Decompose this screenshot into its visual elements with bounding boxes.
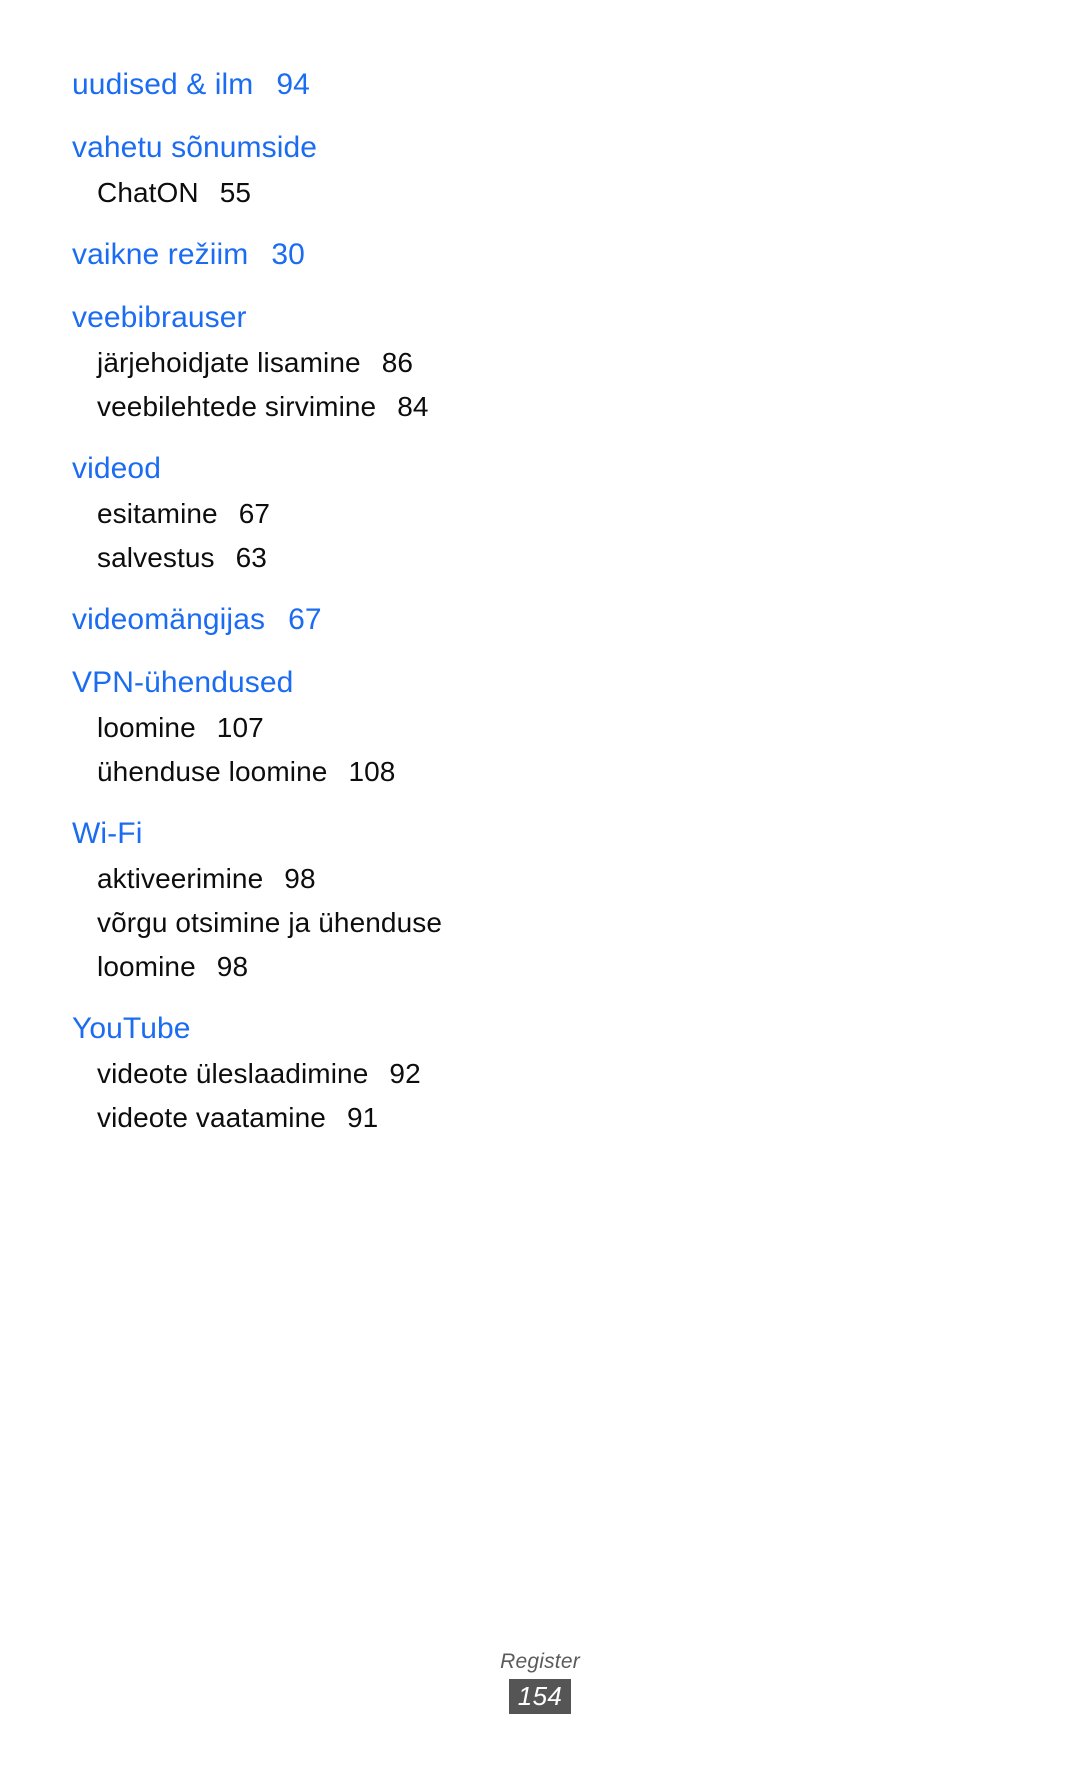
index-subentry[interactable]: veebilehtede sirvimine 84 — [72, 385, 527, 429]
footer-section-label: Register — [500, 1650, 580, 1673]
index-subentry-page-number: 84 — [397, 391, 429, 422]
index-subentry-label: võrgu otsimine ja ühenduse loomine — [97, 907, 443, 982]
index-group-heading-label: YouTube — [72, 1012, 191, 1045]
index-subentry-page-number: 108 — [348, 756, 396, 787]
index-group: YouTube videote üleslaadimine 92 videote va… — [72, 1006, 1008, 1140]
index-subentry-label: salvestus — [97, 542, 215, 573]
index-group-heading-label: VPN-ühendused — [72, 666, 294, 699]
index-subentry-page-number: 67 — [238, 498, 271, 529]
index-group-heading[interactable]: vahetu sõnumside — [72, 125, 1008, 171]
index-subentry-label: loomine — [97, 712, 196, 743]
page-footer: Register 154 — [0, 1621, 1080, 1771]
index-subentry-page-number: 91 — [346, 1102, 379, 1133]
index-group-heading[interactable]: YouTube — [72, 1006, 1008, 1052]
index-subentry-label: veebilehtede sirvimine — [97, 391, 377, 422]
index-subentry[interactable]: ühenduse loomine 108 — [72, 750, 527, 794]
index-subentry-list: ChatON 55 — [72, 171, 1008, 215]
index-subentry[interactable]: videote vaatamine 91 — [72, 1096, 527, 1140]
index-subentry[interactable]: aktiveerimine 98 — [72, 857, 527, 901]
index-subentry-label: ühenduse loomine — [97, 756, 328, 787]
index-group-heading-label: vahetu sõnumside — [72, 131, 318, 164]
page-number-badge: 154 — [508, 1679, 572, 1714]
index-group-heading[interactable]: videomängijas 67 — [72, 597, 1008, 643]
index-subentry[interactable]: videote üleslaadimine 92 — [72, 1052, 527, 1096]
index-group: vaikne režiim 30 — [72, 232, 1008, 278]
index-subentry[interactable]: ChatON 55 — [72, 171, 527, 215]
index-group-heading[interactable]: VPN-ühendused — [72, 660, 1008, 706]
index-subentry-list: esitamine 67 salvestus 63 — [72, 492, 1008, 580]
index-group: vahetu sõnumside ChatON 55 — [72, 125, 1008, 215]
index-group: videod esitamine 67 salvestus 63 — [72, 446, 1008, 580]
index-subentry-page-number: 107 — [216, 712, 264, 743]
index-group: VPN-ühendused loomine 107 ühenduse loomine 1… — [72, 660, 1008, 794]
index-group-heading-label: videomängijas — [72, 603, 266, 636]
index-subentry-list: loomine 107 ühenduse loomine 108 — [72, 706, 1008, 794]
index-subentry-label: aktiveerimine — [97, 863, 264, 894]
index-entry-list: uudised & ilm 94 vahetu sõnumside ChatON 55 v… — [72, 62, 1008, 1140]
index-group: uudised & ilm 94 — [72, 62, 1008, 108]
index-group-page-number: 94 — [276, 68, 310, 101]
index-subentry-page-number: 86 — [381, 347, 414, 378]
index-subentry-page-number: 98 — [284, 863, 316, 894]
index-page: uudised & ilm 94 vahetu sõnumside ChatON 55 v… — [0, 0, 1080, 1771]
index-group-page-number: 67 — [288, 603, 322, 636]
index-subentry-list: videote üleslaadimine 92 videote vaatamine… — [72, 1052, 1008, 1140]
index-subentry-label: videote vaatamine — [97, 1102, 326, 1133]
index-subentry[interactable]: võrgu otsimine ja ühenduse loomine 98 — [72, 901, 527, 989]
index-subentry-page-number: 92 — [389, 1058, 421, 1089]
index-group-heading[interactable]: videod — [72, 446, 1008, 492]
index-group-heading[interactable]: vaikne režiim 30 — [72, 232, 1008, 278]
index-subentry-label: järjehoidjate lisamine — [97, 347, 361, 378]
index-subentry-list: järjehoidjate lisamine 86 veebilehtede sir… — [72, 341, 1008, 429]
index-group: veebibrauser järjehoidjate lisamine 86 veeb… — [72, 295, 1008, 429]
index-subentry[interactable]: esitamine 67 — [72, 492, 527, 536]
index-group-heading[interactable]: Wi-Fi — [72, 811, 1008, 857]
index-subentry[interactable]: järjehoidjate lisamine 86 — [72, 341, 527, 385]
index-subentry[interactable]: loomine 107 — [72, 706, 527, 750]
index-group: videomängijas 67 — [72, 597, 1008, 643]
index-group-heading-label: Wi-Fi — [72, 817, 143, 850]
index-group-heading[interactable]: uudised & ilm 94 — [72, 62, 1008, 108]
index-subentry-list: aktiveerimine 98 võrgu otsimine ja ühendus… — [72, 857, 1008, 989]
index-subentry-label: esitamine — [97, 498, 218, 529]
index-group-heading-label: veebibrauser — [72, 301, 247, 334]
index-group-heading[interactable]: veebibrauser — [72, 295, 1008, 341]
index-group-heading-label: vaikne režiim — [72, 238, 249, 271]
index-subentry[interactable]: salvestus 63 — [72, 536, 527, 580]
index-subentry-label: videote üleslaadimine — [97, 1058, 369, 1089]
footer-content: Register 154 — [0, 1649, 1080, 1714]
index-subentry-page-number: 98 — [216, 951, 249, 982]
index-subentry-label: ChatON — [97, 177, 199, 208]
index-group-heading-label: uudised & ilm — [72, 68, 254, 101]
index-group: Wi-Fi aktiveerimine 98 võrgu otsimine ja üh… — [72, 811, 1008, 989]
index-group-page-number: 30 — [271, 238, 305, 271]
index-subentry-page-number: 55 — [219, 177, 252, 208]
index-group-heading-label: videod — [72, 452, 162, 485]
index-subentry-page-number: 63 — [235, 542, 267, 573]
